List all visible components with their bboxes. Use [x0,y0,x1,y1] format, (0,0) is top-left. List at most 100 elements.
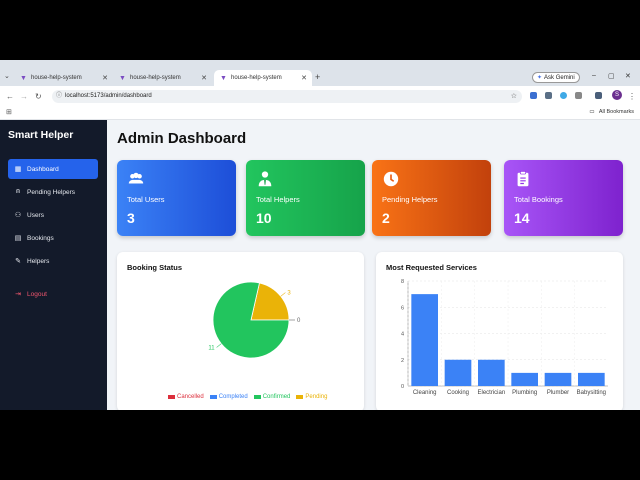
y-tick-label: 2 [401,358,404,364]
extension-icon[interactable] [545,92,552,99]
clipboard-list-icon [517,170,529,187]
extension-icon[interactable] [595,92,602,99]
legend-swatch [168,395,175,399]
bar-plumber [544,372,572,386]
clock-icon [383,171,399,187]
menu-kebab-icon[interactable]: ⋮ [628,92,636,101]
logout-icon: ⇥ [15,291,21,298]
x-tick-label: Cooking [447,390,469,396]
logout-button[interactable]: ⇥ Logout [8,284,98,304]
tab-strip: ⌄ ▼ house-help-system ✕ ▼ house-help-sys… [0,60,640,86]
x-tick-label: Cleaning [413,390,437,396]
legend-swatch [209,395,217,399]
extension-icon[interactable] [560,92,567,99]
close-tab-icon[interactable]: ✕ [301,74,307,82]
site-info-icon[interactable]: ⓘ [56,90,62,103]
browser-tab[interactable]: ▼ house-help-system ✕ [14,70,113,86]
stat-value: 3 [127,210,135,226]
bar-electrician [478,359,505,386]
close-tab-icon[interactable]: ✕ [201,74,207,82]
legend-item[interactable]: Confirmed [253,394,290,400]
booking-status-pie-chart: 3 0 11 [208,281,301,359]
profile-avatar[interactable]: S [612,90,622,100]
sidebar: Smart Helper ▦ Dashboard ⍝ Pending Helpe… [0,120,107,410]
services-card: Most Requested Services 0 2 4 6 8 Cleaning Coo… [376,252,623,410]
pie-leader-line [216,343,222,348]
browser-window: ⌄ ▼ house-help-system ✕ ▼ house-help-sys… [0,60,640,410]
stat-card-total-helpers: Total Helpers 10 [246,160,365,236]
bar-cooking [444,359,472,386]
x-tick-label: Plumber [547,390,569,396]
folder-icon: ▭ [589,109,595,115]
close-tab-icon[interactable]: ✕ [102,74,108,82]
stat-value: 2 [382,210,390,226]
y-tick-label: 6 [401,305,404,311]
sidebar-item-pending-helpers[interactable]: ⍝ Pending Helpers [8,182,98,202]
legend-swatch [296,395,304,399]
tab-search-icon[interactable]: ⌄ [4,72,10,80]
apps-grid-icon[interactable]: ⊞ [6,108,12,116]
legend-item[interactable]: Pending [296,394,327,400]
browser-tab[interactable]: ▼ house-help-system ✕ [113,70,212,86]
services-bar-chart: 0 2 4 6 8 Cleaning Cooking Electrician Plumbing P… [401,279,608,396]
x-tick-label: Electrician [477,390,505,396]
x-tick-label: Plumbing [512,390,537,396]
browser-tab-active[interactable]: ▼ house-help-system ✕ [214,70,312,86]
extensions-puzzle-icon[interactable] [575,92,582,99]
sidebar-item-bookings[interactable]: ▤ Bookings [8,228,98,248]
pie-slice-label: 11 [208,345,215,351]
bookmarks-bar: ⊞ ▭ All Bookmarks [0,106,640,120]
close-window-icon[interactable]: ✕ [625,72,631,80]
user-tie-icon [258,171,272,187]
user-clock-icon: ⍝ [15,188,21,195]
stat-value: 14 [514,210,530,226]
app-root: Smart Helper ▦ Dashboard ⍝ Pending Helpe… [0,120,640,410]
legend-item[interactable]: Cancelled [168,394,204,400]
stat-value: 10 [256,210,272,226]
y-tick-label: 0 [401,384,404,390]
legend-swatch [253,395,261,399]
new-tab-icon[interactable]: + [315,72,320,82]
all-bookmarks-button[interactable]: ▭ All Bookmarks [589,109,634,115]
brand-title: Smart Helper [8,129,74,141]
pie-slice-label: 0 [297,318,301,324]
pie-legend: Cancelled Completed Confirmed Pending [168,394,333,400]
reload-icon[interactable]: ↻ [35,92,42,101]
stat-card-total-users: Total Users 3 [117,160,236,236]
gemini-icon: ✦ [537,75,543,81]
ask-gemini-button[interactable]: ✦ Ask Gemini [532,72,580,83]
extension-icon[interactable] [530,92,537,99]
sidebar-item-helpers[interactable]: ✎ Helpers [8,251,98,271]
grid-icon: ▦ [14,166,22,173]
wrench-icon: ✎ [15,258,21,265]
bar-cleaning [411,294,438,386]
stat-label: Total Bookings [514,195,563,204]
favicon-icon: ▼ [119,74,126,82]
url-input[interactable]: ⓘ localhost:5173/admin/dashboard ☆ [52,90,522,103]
y-tick-label: 8 [401,279,404,285]
maximize-icon[interactable]: ▢ [608,72,615,80]
back-icon[interactable]: ← [6,92,14,101]
address-bar-row: ← → ↻ ⓘ localhost:5173/admin/dashboard ☆… [0,86,640,106]
stat-label: Total Helpers [256,195,300,204]
stat-label: Total Users [127,195,165,204]
booking-status-card: Booking Status 3 0 11 Cancelled Completed … [117,252,364,410]
legend-item[interactable]: Completed [209,394,248,400]
page-title: Admin Dashboard [117,130,247,147]
pie-leader-line [280,292,286,297]
clipboard-icon: ▤ [14,235,22,242]
stat-card-pending-helpers: Pending Helpers 2 [372,160,491,236]
x-tick-label: Babysitting [577,390,606,396]
bookmark-star-icon[interactable]: ☆ [511,90,517,103]
tab-label: house-help-system [31,75,82,81]
forward-icon[interactable]: → [20,92,28,101]
tab-label: house-help-system [231,75,282,81]
sidebar-item-users[interactable]: ⚇ Users [8,205,98,225]
pie-slice-label: 3 [287,291,291,297]
stat-card-total-bookings: Total Bookings 14 [504,160,623,236]
sidebar-item-dashboard[interactable]: ▦ Dashboard [8,159,98,179]
users-icon: ⚇ [14,212,22,219]
tab-label: house-help-system [130,75,181,81]
favicon-icon: ▼ [20,74,27,82]
minimize-icon[interactable]: – [592,72,596,79]
